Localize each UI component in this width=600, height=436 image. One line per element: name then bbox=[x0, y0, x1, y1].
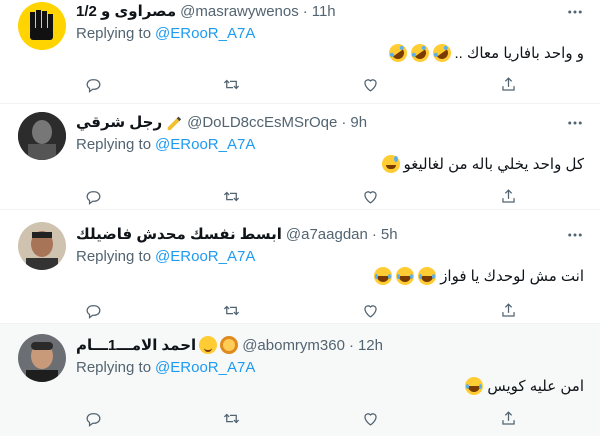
reply-icon[interactable] bbox=[76, 299, 110, 321]
timestamp[interactable]: 11h bbox=[312, 3, 336, 20]
separator-dot: · bbox=[341, 113, 347, 131]
separator-dot: · bbox=[348, 336, 354, 354]
tweet-text-row: كل واحد يخلي باله من لغاليغو bbox=[381, 155, 585, 173]
display-name[interactable]: مصراوى و 1/2 bbox=[76, 2, 176, 20]
user-handle[interactable]: @DoLD8ccEsMSrOqe bbox=[187, 114, 337, 131]
timestamp[interactable]: 5h bbox=[381, 226, 398, 243]
avatar[interactable] bbox=[18, 2, 66, 50]
timestamp[interactable]: 9h bbox=[350, 114, 367, 131]
share-icon[interactable] bbox=[492, 299, 526, 321]
tweet-text: و واحد بافاريا معاك .. bbox=[454, 45, 585, 62]
share-icon[interactable] bbox=[492, 73, 526, 95]
replying-to: Replying to @ERooR_A7A bbox=[76, 248, 255, 265]
sweat-smile-emoji-icon bbox=[381, 155, 400, 173]
retweet-icon[interactable] bbox=[215, 299, 249, 321]
mention-link[interactable]: @ERooR_A7A bbox=[155, 248, 255, 265]
tweet-3[interactable]: ابسط نفسك محدش فاضيلك @a7aagdan · 5h Rep… bbox=[0, 210, 600, 324]
tweet-2[interactable]: رجل شرقي @DoLD8ccEsMSrOqe · 9h Replying … bbox=[0, 104, 600, 210]
like-icon[interactable] bbox=[353, 407, 387, 429]
retweet-icon[interactable] bbox=[215, 185, 249, 207]
display-name[interactable]: رجل شرقي bbox=[76, 113, 183, 131]
replying-prefix: Replying to bbox=[76, 248, 152, 265]
like-icon[interactable] bbox=[353, 73, 387, 95]
timestamp[interactable]: 12h bbox=[358, 337, 383, 354]
mention-link[interactable]: @ERooR_A7A bbox=[155, 359, 255, 376]
tweet-1[interactable]: مصراوى و 1/2 @masrawywenos · 11h Replyin… bbox=[0, 0, 600, 104]
four-finger-icon bbox=[30, 10, 53, 40]
wink-emoji-icon bbox=[199, 336, 218, 354]
like-icon[interactable] bbox=[353, 299, 387, 321]
rofl-emoji-icon bbox=[406, 40, 433, 66]
replying-to: Replying to @ERooR_A7A bbox=[76, 359, 255, 376]
reply-icon[interactable] bbox=[76, 73, 110, 95]
more-options-icon[interactable] bbox=[564, 224, 586, 246]
writing-hand-icon bbox=[167, 116, 182, 131]
share-icon[interactable] bbox=[492, 185, 526, 207]
replying-prefix: Replying to bbox=[76, 359, 152, 376]
tweet-text: كل واحد يخلي باله من لغاليغو bbox=[403, 156, 585, 173]
lion-emoji-icon bbox=[220, 336, 239, 354]
joy-emoji-icon bbox=[374, 267, 393, 285]
user-handle[interactable]: @a7aagdan bbox=[286, 226, 368, 243]
more-options-icon[interactable] bbox=[564, 1, 586, 23]
like-icon[interactable] bbox=[353, 185, 387, 207]
reply-icon[interactable] bbox=[76, 407, 110, 429]
joy-emoji-icon bbox=[418, 267, 437, 285]
tweet-text: امن عليه كويس bbox=[487, 378, 584, 395]
more-options-icon[interactable] bbox=[564, 112, 586, 134]
tweet-actions bbox=[76, 185, 526, 207]
tweet-text-row: و واحد بافاريا معاك .. bbox=[384, 40, 585, 66]
replying-to: Replying to @ERooR_A7A bbox=[76, 25, 255, 42]
mention-link[interactable]: @ERooR_A7A bbox=[155, 136, 255, 153]
tweet-text: انت مش لوحدك يا فواز bbox=[440, 268, 584, 285]
avatar[interactable] bbox=[18, 222, 66, 270]
user-handle[interactable]: @masrawywenos bbox=[180, 3, 299, 20]
avatar[interactable] bbox=[18, 112, 66, 160]
reply-icon[interactable] bbox=[76, 185, 110, 207]
tweet-text-row: انت مش لوحدك يا فواز bbox=[374, 267, 584, 285]
replying-to: Replying to @ERooR_A7A bbox=[76, 136, 255, 153]
replying-prefix: Replying to bbox=[76, 25, 152, 42]
rofl-emoji-icon bbox=[428, 40, 455, 66]
joy-emoji-icon bbox=[465, 377, 484, 395]
tweet-actions bbox=[76, 299, 526, 321]
tweet-4[interactable]: احمد الامـــ1ـــام @abomrym360 · 12h Rep… bbox=[0, 324, 600, 436]
tweet-actions bbox=[76, 407, 526, 429]
replying-prefix: Replying to bbox=[76, 136, 152, 153]
joy-emoji-icon bbox=[396, 267, 415, 285]
display-name[interactable]: احمد الامـــ1ـــام bbox=[76, 336, 239, 354]
separator-dot: · bbox=[302, 2, 308, 20]
retweet-icon[interactable] bbox=[215, 73, 249, 95]
separator-dot: · bbox=[371, 225, 377, 243]
retweet-icon[interactable] bbox=[215, 407, 249, 429]
user-handle[interactable]: @abomrym360 bbox=[242, 337, 345, 354]
display-name[interactable]: ابسط نفسك محدش فاضيلك bbox=[76, 225, 282, 243]
tweet-text-row: امن عليه كويس bbox=[465, 377, 584, 395]
tweet-actions bbox=[76, 73, 526, 95]
rofl-emoji-icon bbox=[384, 40, 411, 66]
share-icon[interactable] bbox=[492, 407, 526, 429]
avatar[interactable] bbox=[18, 334, 66, 382]
mention-link[interactable]: @ERooR_A7A bbox=[155, 25, 255, 42]
